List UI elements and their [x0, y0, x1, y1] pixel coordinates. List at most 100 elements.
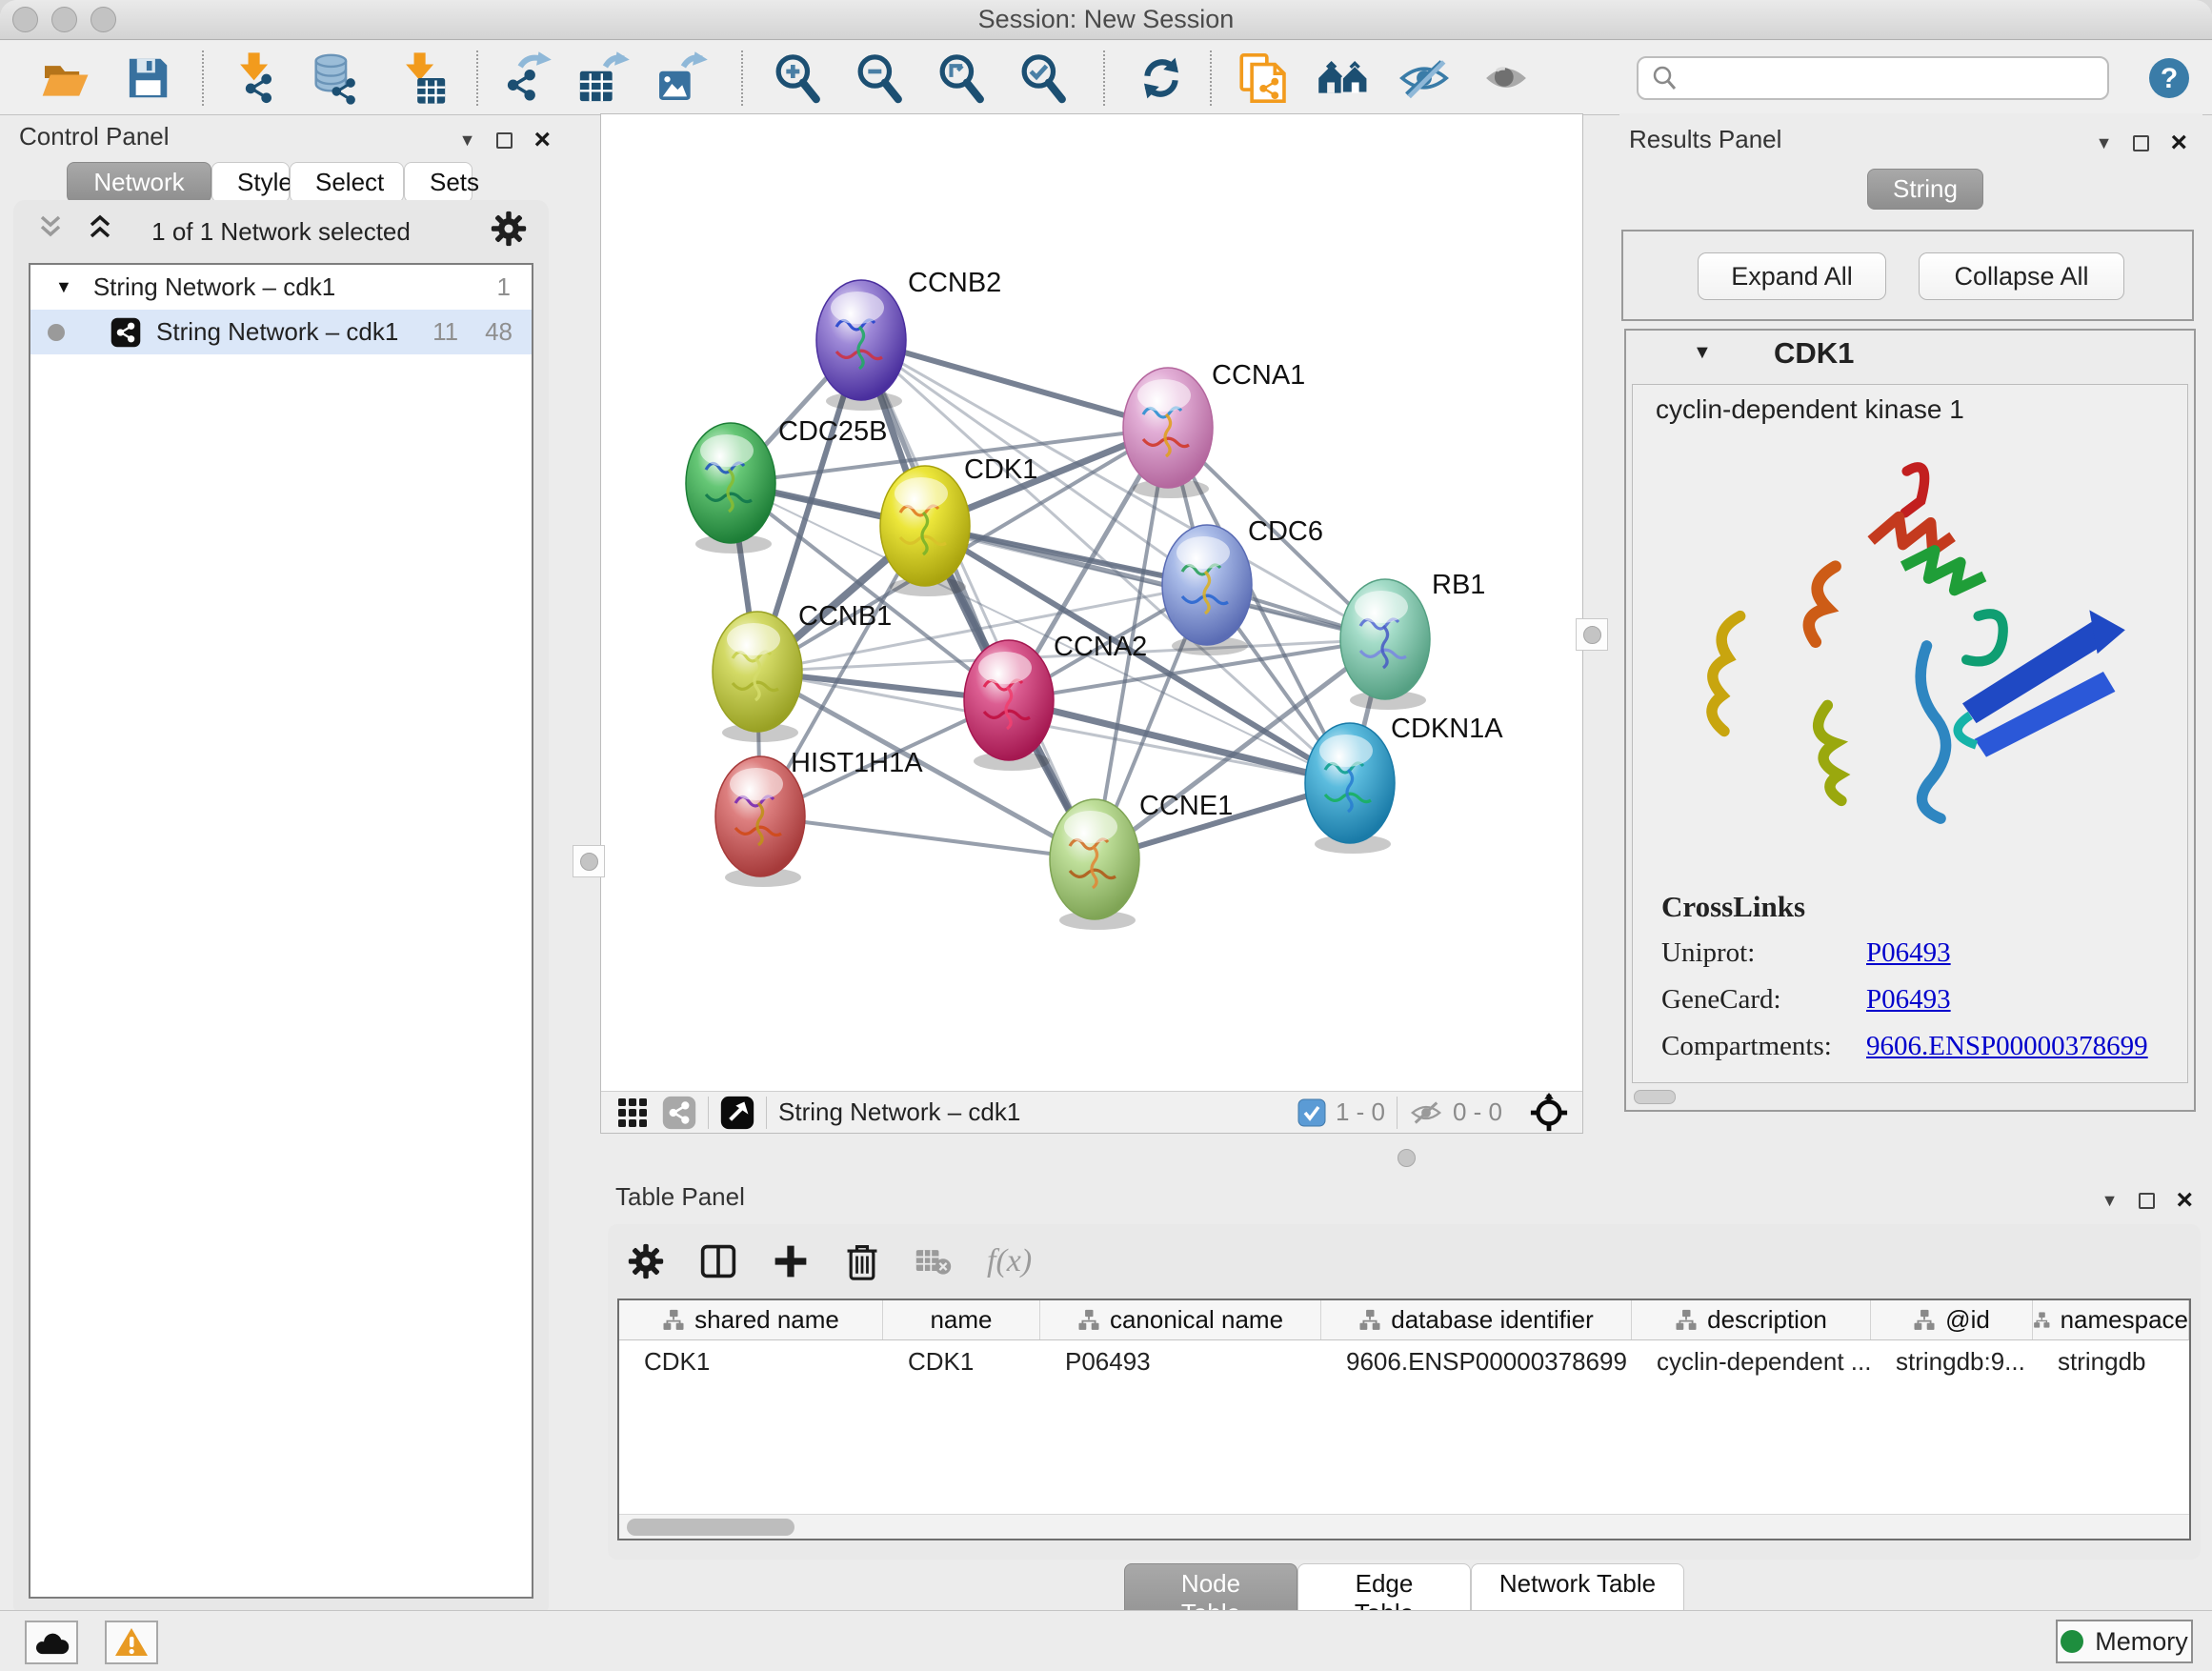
table-cell[interactable]: P06493 — [1040, 1347, 1321, 1377]
edge-CCNB2-CCNE1[interactable] — [861, 340, 1095, 859]
tab-select[interactable]: Select — [290, 162, 404, 203]
cloud-status-button[interactable] — [25, 1621, 78, 1664]
table-card: f(x) shared namenamecanonical namedataba… — [608, 1224, 2201, 1560]
help-button[interactable]: ? — [2140, 49, 2199, 108]
table-cell[interactable]: CDK1 — [619, 1347, 883, 1377]
scrollbar-thumb[interactable] — [627, 1519, 794, 1536]
column-header-database-identifier[interactable]: database identifier — [1321, 1300, 1632, 1339]
show-columns-icon[interactable] — [699, 1242, 737, 1280]
function-builder-button: f(x) — [987, 1243, 1032, 1279]
node-CDKN1A[interactable] — [1305, 723, 1395, 854]
tab-sets[interactable]: Sets — [404, 162, 473, 203]
delete-column-trash-icon[interactable] — [844, 1242, 880, 1280]
gene-expander-icon[interactable]: ▼ — [1693, 342, 1712, 364]
node-CDC6[interactable] — [1162, 525, 1252, 655]
right-splitter-handle[interactable] — [1576, 618, 1608, 651]
crosslink-link[interactable]: P06493 — [1866, 984, 1951, 1015]
memory-button[interactable]: Memory — [2056, 1620, 2193, 1663]
tab-network[interactable]: Network — [67, 162, 211, 203]
table-row[interactable]: CDK1CDK1P064939606.ENSP00000378699cyclin… — [619, 1340, 2189, 1382]
zoom-in-button[interactable] — [768, 49, 827, 108]
collapse-all-button[interactable]: Collapse All — [1919, 252, 2124, 300]
column-tree-icon — [662, 1309, 685, 1332]
panel-close-icon[interactable]: × — [2176, 1186, 2193, 1215]
zoom-selected-button[interactable] — [1014, 49, 1073, 108]
column-tree-icon — [1358, 1309, 1381, 1332]
zoom-fit-button[interactable] — [932, 49, 991, 108]
network-canvas[interactable]: CCNB2CCNA1CDC25BCDK1CDC6RB1CCNB1CCNA2CDK… — [601, 114, 1582, 1091]
toolbar-separator — [741, 50, 743, 106]
first-neighbors-button[interactable] — [1315, 49, 1374, 108]
left-splitter-handle[interactable] — [573, 845, 605, 877]
import-network-file-button[interactable] — [227, 49, 286, 108]
table-cell[interactable]: stringdb — [2033, 1347, 2189, 1377]
edge-CCNB2-CCNA1[interactable] — [861, 340, 1168, 428]
export-image-button[interactable] — [652, 49, 711, 108]
memory-label: Memory — [2095, 1627, 2188, 1657]
panel-float-icon[interactable] — [2133, 135, 2149, 151]
network-edge-count: 48 — [485, 317, 513, 347]
show-all-button[interactable] — [1477, 49, 1536, 108]
table-cell[interactable]: stringdb:9... — [1871, 1347, 2033, 1377]
expand-all-button[interactable]: Expand All — [1698, 252, 1886, 300]
horizontal-splitter-handle[interactable] — [1398, 1149, 1416, 1167]
panel-collapse-icon[interactable]: ▼ — [2096, 133, 2113, 153]
column-header-namespace[interactable]: namespace — [2033, 1300, 2189, 1339]
search-input[interactable] — [1637, 56, 2109, 100]
detach-view-icon[interactable] — [720, 1096, 754, 1130]
node-CDC25B[interactable] — [686, 423, 775, 554]
crosslink-link[interactable]: 9606.ENSP00000378699 — [1866, 1031, 2148, 1061]
node-label-CDK1: CDK1 — [964, 454, 1037, 485]
export-table-button[interactable] — [573, 49, 633, 108]
crosslink-link[interactable]: 9606.ENSP00000378699 — [1866, 1077, 2148, 1083]
column-label: @id — [1945, 1305, 1990, 1335]
save-session-button[interactable] — [118, 49, 177, 108]
selected-checkbox-icon[interactable] — [1297, 1098, 1326, 1127]
gene-card-scrollbar[interactable] — [1634, 1090, 1676, 1104]
column-header-name[interactable]: name — [883, 1300, 1040, 1339]
export-image-icon — [654, 50, 709, 106]
tab-string[interactable]: String — [1867, 169, 1983, 210]
crosslink-link[interactable]: P06493 — [1866, 937, 1951, 968]
table-cell[interactable]: CDK1 — [883, 1347, 1040, 1377]
panel-close-icon[interactable]: × — [533, 126, 551, 154]
network-row-selected[interactable]: String Network – cdk1 11 48 — [30, 310, 532, 354]
tab-style[interactable]: Style — [211, 162, 290, 203]
open-session-button[interactable] — [35, 49, 94, 108]
edge-HIST1H1A-CCNE1[interactable] — [760, 816, 1095, 859]
warning-status-button[interactable] — [105, 1621, 158, 1664]
table-options-gear-icon[interactable] — [627, 1242, 665, 1280]
import-network-database-button[interactable] — [305, 49, 364, 108]
add-column-icon[interactable] — [772, 1242, 810, 1280]
node-table[interactable]: shared namenamecanonical namedatabase id… — [617, 1299, 2191, 1540]
panel-collapse-icon[interactable]: ▼ — [459, 131, 476, 151]
tree-expander-icon[interactable]: ▼ — [55, 277, 72, 297]
network-snapshot-button[interactable] — [1233, 49, 1292, 108]
network-collection-row[interactable]: ▼ String Network – cdk1 1 — [30, 265, 532, 310]
zoom-out-button[interactable] — [850, 49, 909, 108]
column-header--id[interactable]: @id — [1871, 1300, 2033, 1339]
panel-float-icon[interactable] — [496, 132, 513, 149]
toolbar-separator — [1103, 50, 1105, 106]
node-CCNE1[interactable] — [1050, 799, 1139, 930]
node-CCNB2[interactable] — [816, 280, 906, 411]
network-share-view-icon[interactable] — [662, 1096, 696, 1130]
node-RB1[interactable] — [1340, 579, 1430, 710]
hide-selected-button[interactable] — [1395, 49, 1454, 108]
table-cell[interactable]: 9606.ENSP00000378699 — [1321, 1347, 1632, 1377]
column-header-description[interactable]: description — [1632, 1300, 1871, 1339]
panel-close-icon[interactable]: × — [2170, 129, 2187, 157]
apply-layout-button[interactable] — [1132, 49, 1191, 108]
table-horizontal-scrollbar[interactable] — [619, 1514, 2189, 1539]
network-options-gear-icon[interactable] — [490, 210, 528, 248]
export-network-button[interactable] — [495, 49, 554, 108]
table-cell[interactable]: cyclin-dependent ... — [1632, 1347, 1871, 1377]
grid-view-icon[interactable] — [616, 1097, 649, 1129]
column-header-canonical-name[interactable]: canonical name — [1040, 1300, 1321, 1339]
column-header-shared-name[interactable]: shared name — [619, 1300, 883, 1339]
import-table-file-button[interactable] — [392, 49, 452, 108]
panel-float-icon[interactable] — [2139, 1193, 2155, 1209]
node-CCNB1[interactable] — [713, 612, 802, 742]
panel-collapse-icon[interactable]: ▼ — [2101, 1191, 2119, 1211]
birdseye-crosshair-icon[interactable] — [1529, 1093, 1569, 1133]
